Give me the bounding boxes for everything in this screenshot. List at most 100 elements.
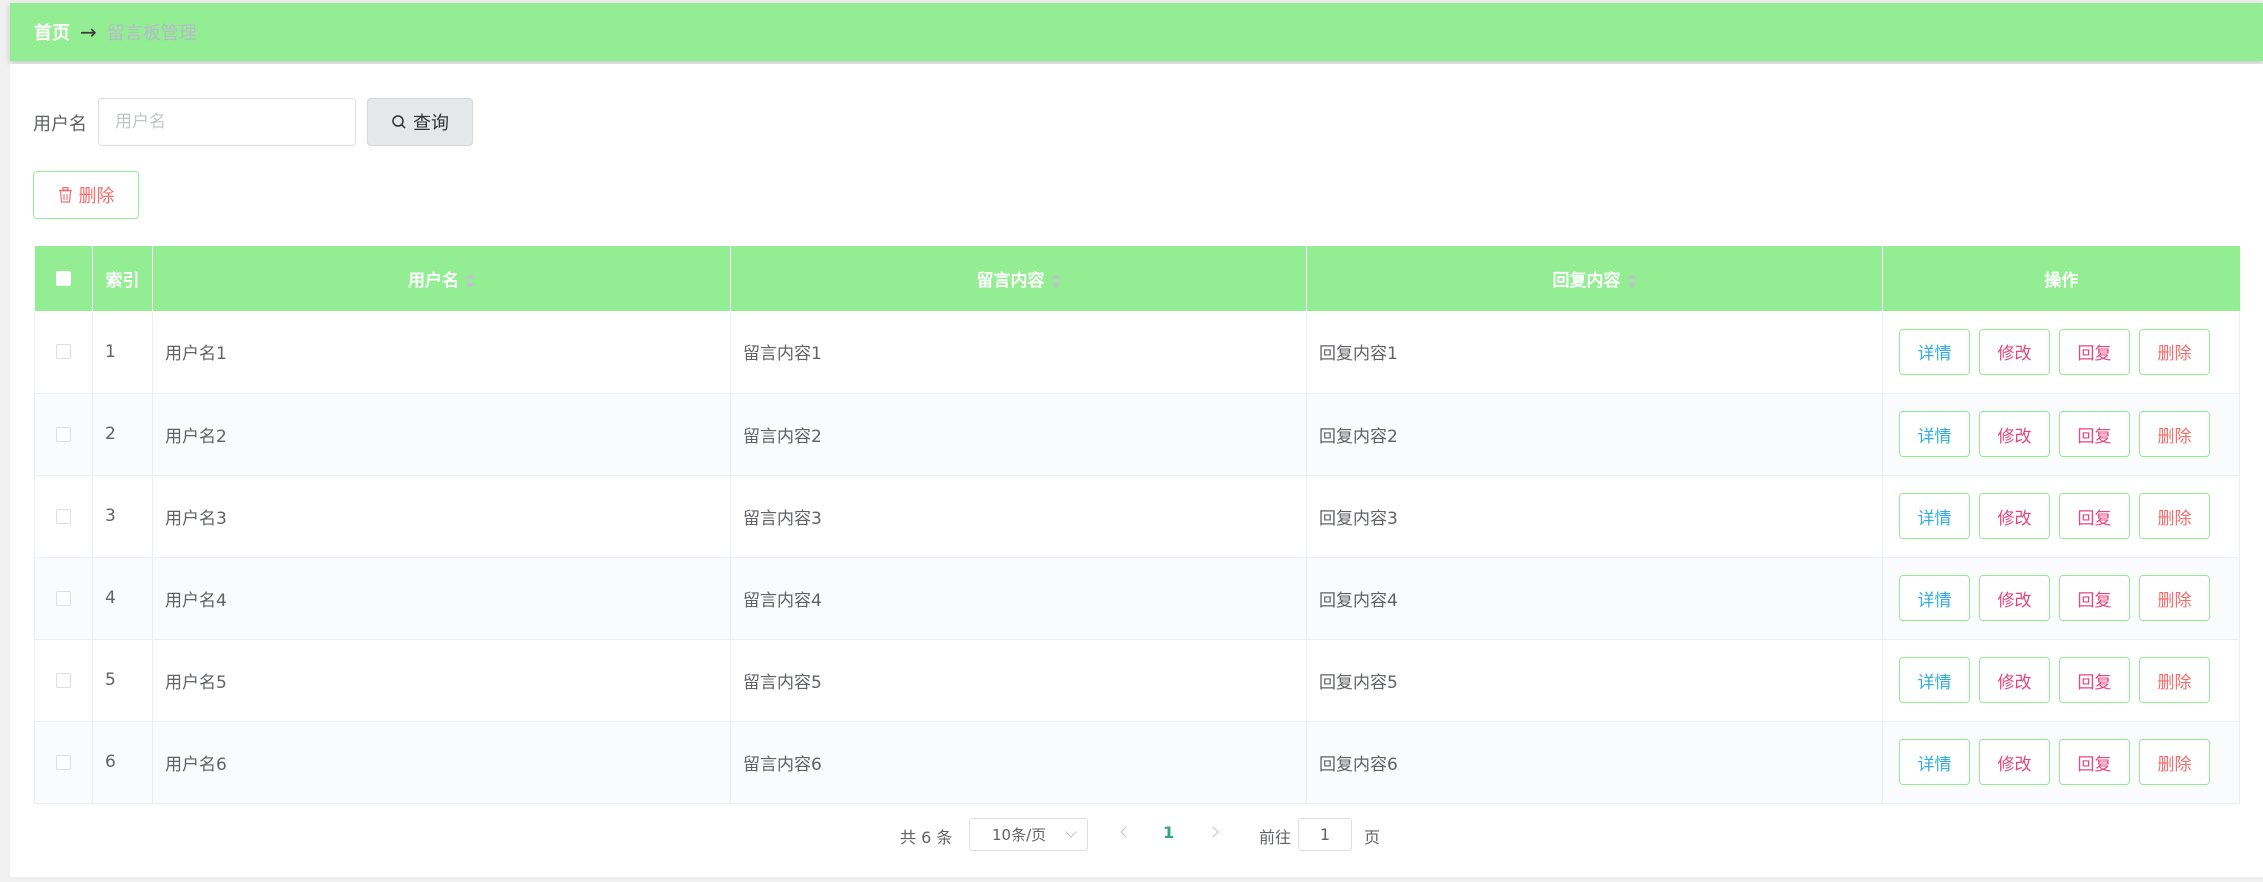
cell-message: 留言内容3 (730, 475, 1307, 558)
cell-reply: 回复内容1 (1306, 311, 1883, 394)
header-username-label: 用户名 (408, 271, 459, 291)
delete-button[interactable]: 删除 (2139, 328, 2210, 375)
reply-button[interactable]: 回复 (2059, 657, 2130, 703)
sort-caret-icon[interactable] (465, 274, 475, 288)
delete-button[interactable]: 删除 (2139, 739, 2210, 785)
cell-username: 用户名6 (152, 721, 731, 804)
cell-reply: 回复内容4 (1306, 557, 1883, 640)
trash-icon (58, 187, 72, 203)
detail-button[interactable]: 详情 (1899, 411, 1970, 457)
edit-button[interactable]: 修改 (1979, 657, 2050, 703)
chevron-down-icon (1065, 826, 1077, 838)
row-checkbox[interactable] (56, 672, 71, 688)
batch-delete-label: 删除 (78, 186, 115, 207)
cell-username: 用户名5 (152, 639, 731, 722)
cell-reply: 回复内容2 (1306, 393, 1883, 476)
table-row: 1 用户名1 留言内容1 回复内容1 详情 修改 回复 删除 (34, 311, 2240, 394)
row-checkbox[interactable] (56, 754, 71, 770)
query-button[interactable]: 查询 (367, 98, 473, 146)
cell-username: 用户名3 (152, 475, 731, 558)
goto-label: 前往 (1259, 828, 1292, 847)
page-size-select[interactable]: 10条/页 (969, 818, 1088, 851)
row-checkbox[interactable] (56, 426, 71, 442)
table-row: 3 用户名3 留言内容3 回复内容3 详情 修改 回复 删除 (34, 475, 2240, 558)
detail-button[interactable]: 详情 (1899, 328, 1970, 375)
top-header-bar: 首页 → 留言板管理 (10, 3, 2263, 61)
row-select-cell (34, 393, 93, 476)
reply-button[interactable]: 回复 (2059, 739, 2130, 785)
cell-actions: 详情 修改 回复 删除 (1882, 311, 2240, 394)
cell-index: 5 (92, 639, 153, 722)
edit-button[interactable]: 修改 (1979, 493, 2050, 539)
cell-actions: 详情 修改 回复 删除 (1882, 475, 2240, 558)
main-content: 用户名 查询 删除 索引 用户名 留言内容 回复内容 (10, 64, 2263, 877)
cell-index: 6 (92, 721, 153, 804)
cell-message: 留言内容4 (730, 557, 1307, 640)
select-all-checkbox[interactable] (55, 271, 71, 286)
cell-index: 2 (92, 393, 153, 476)
select-all-cell (34, 246, 93, 311)
table-row: 6 用户名6 留言内容6 回复内容6 详情 修改 回复 删除 (34, 721, 2240, 804)
search-username-input[interactable] (98, 98, 356, 146)
page-size-value: 10条/页 (992, 826, 1047, 844)
table-row: 4 用户名4 留言内容4 回复内容4 详情 修改 回复 删除 (34, 557, 2240, 640)
reply-button[interactable]: 回复 (2059, 493, 2130, 539)
page-unit-label: 页 (1364, 828, 1381, 847)
pagination-total: 共 6 条 (900, 828, 953, 847)
cell-message: 留言内容5 (730, 639, 1307, 722)
message-table: 索引 用户名 留言内容 回复内容 操作 1 用户名1 留言内容1 回复内容1 详… (34, 246, 2240, 804)
cell-reply: 回复内容3 (1306, 475, 1883, 558)
header-message[interactable]: 留言内容 (730, 246, 1307, 311)
search-label: 用户名 (33, 114, 87, 135)
row-checkbox[interactable] (56, 344, 71, 360)
detail-button[interactable]: 详情 (1899, 493, 1970, 539)
edit-button[interactable]: 修改 (1979, 739, 2050, 785)
header-reply[interactable]: 回复内容 (1306, 246, 1883, 311)
table-row: 2 用户名2 留言内容2 回复内容2 详情 修改 回复 删除 (34, 393, 2240, 476)
header-username[interactable]: 用户名 (152, 246, 731, 311)
cell-username: 用户名2 (152, 393, 731, 476)
delete-button[interactable]: 删除 (2139, 657, 2210, 703)
delete-button[interactable]: 删除 (2139, 411, 2210, 457)
batch-delete-button[interactable]: 删除 (33, 171, 139, 219)
breadcrumb-home[interactable]: 首页 (34, 19, 70, 45)
edit-button[interactable]: 修改 (1979, 575, 2050, 621)
reply-button[interactable]: 回复 (2059, 411, 2130, 457)
sort-caret-icon[interactable] (1050, 274, 1061, 288)
breadcrumb-current: 留言板管理 (106, 23, 197, 44)
goto-page-input[interactable] (1298, 818, 1352, 851)
next-page-icon[interactable] (1207, 826, 1219, 838)
row-select-cell (34, 721, 93, 804)
reply-button[interactable]: 回复 (2059, 328, 2130, 375)
header-reply-label: 回复内容 (1552, 271, 1621, 291)
detail-button[interactable]: 详情 (1899, 575, 1970, 621)
cell-username: 用户名1 (152, 311, 731, 394)
reply-button[interactable]: 回复 (2059, 575, 2130, 621)
delete-button[interactable]: 删除 (2139, 493, 2210, 539)
row-checkbox[interactable] (56, 508, 71, 524)
detail-button[interactable]: 详情 (1899, 657, 1970, 703)
row-checkbox[interactable] (56, 590, 71, 606)
cell-message: 留言内容1 (730, 311, 1307, 394)
pagination: 共 6 条 10条/页 1 前往 页 (10, 818, 2263, 852)
table-header-row: 索引 用户名 留言内容 回复内容 操作 (34, 246, 2240, 311)
cell-index: 4 (92, 557, 153, 640)
cell-index: 1 (92, 311, 153, 394)
sort-caret-icon[interactable] (1626, 274, 1637, 288)
prev-page-icon[interactable] (1120, 826, 1132, 838)
edit-button[interactable]: 修改 (1979, 411, 2050, 457)
cell-actions: 详情 修改 回复 删除 (1882, 393, 2240, 476)
search-icon (392, 115, 406, 129)
detail-button[interactable]: 详情 (1899, 739, 1970, 785)
cell-actions: 详情 修改 回复 删除 (1882, 557, 2240, 640)
query-button-label: 查询 (413, 113, 449, 134)
header-message-label: 留言内容 (976, 271, 1045, 291)
edit-button[interactable]: 修改 (1979, 328, 2050, 375)
cell-actions: 详情 修改 回复 删除 (1882, 639, 2240, 722)
row-select-cell (34, 557, 93, 640)
cell-index: 3 (92, 475, 153, 558)
page-number-current[interactable]: 1 (1163, 823, 1174, 842)
row-select-cell (34, 311, 93, 394)
cell-username: 用户名4 (152, 557, 731, 640)
delete-button[interactable]: 删除 (2139, 575, 2210, 621)
